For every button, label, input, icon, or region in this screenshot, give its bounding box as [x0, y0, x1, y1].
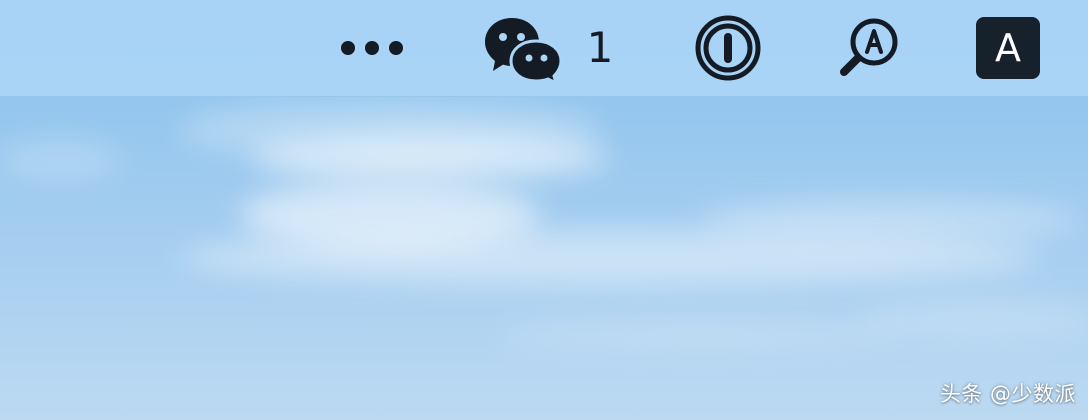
onepassword-icon — [695, 15, 761, 81]
wechat-menu-extra[interactable]: 1 — [476, 12, 616, 84]
more-icon — [341, 41, 403, 55]
desktop-wallpaper: 1 A 头条 @少数派 — [0, 0, 1088, 420]
watermark: 头条 @少数派 — [939, 382, 1076, 406]
cloud — [0, 140, 120, 180]
cloud — [500, 320, 900, 350]
input-source-menu-extra[interactable]: A — [976, 17, 1040, 79]
onepassword-menu-extra[interactable] — [692, 14, 764, 82]
more-menu-extra[interactable] — [336, 28, 408, 68]
menu-bar: 1 A — [0, 0, 1088, 97]
wechat-icon — [484, 18, 563, 84]
input-source-label: A — [995, 26, 1021, 70]
wechat-unread-count: 1 — [586, 23, 614, 72]
dictionary-lookup-menu-extra[interactable] — [834, 14, 906, 82]
cloud — [700, 200, 1080, 240]
dictionary-lookup-icon — [840, 18, 898, 76]
cloud — [860, 300, 1088, 340]
cloud — [250, 135, 610, 180]
